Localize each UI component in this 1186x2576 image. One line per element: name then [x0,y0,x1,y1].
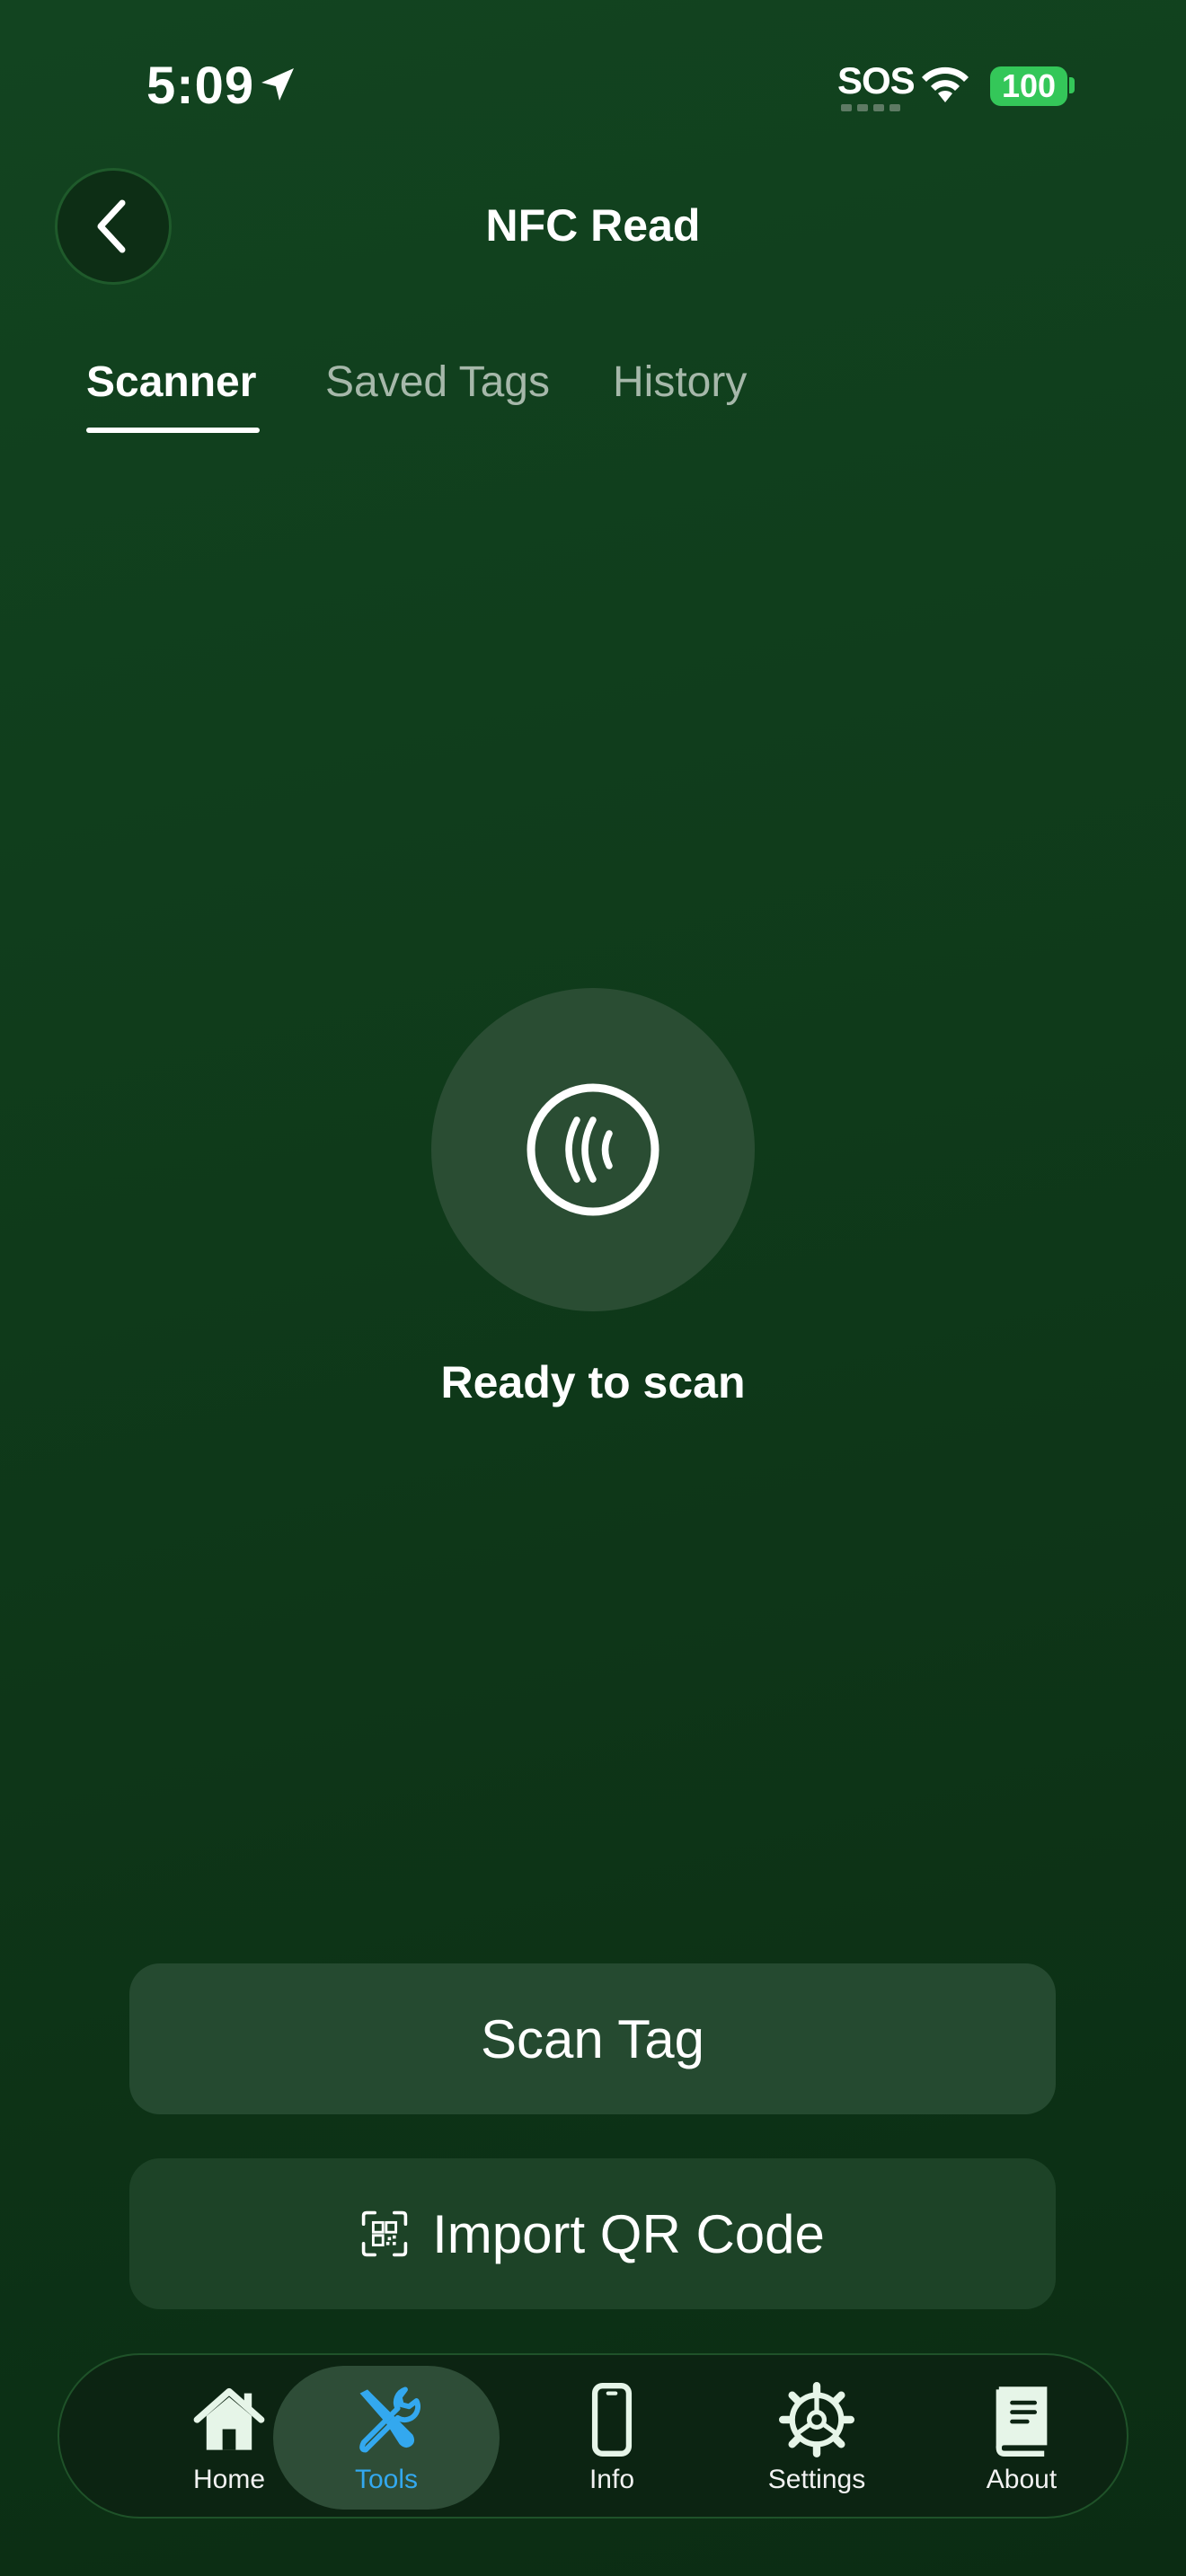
scan-tag-label: Scan Tag [480,2008,705,2069]
status-bar: 5:09 SOS 100 [0,0,1186,171]
signal-dots [841,104,900,111]
scan-tag-button[interactable]: Scan Tag [129,1963,1056,2114]
location-arrow-icon [261,68,294,101]
tabbar-item-tools[interactable]: Tools [273,2366,500,2510]
tools-icon [359,2386,421,2453]
bottom-tab-bar: Home Tools Info Settings About [58,2353,1128,2519]
scan-status-text: Ready to scan [440,1357,746,1407]
house-icon [193,2387,265,2450]
status-time: 5:09 [146,57,255,115]
book-icon [996,2386,1048,2457]
tab-active-indicator [86,428,260,433]
tab-saved-tags[interactable]: Saved Tags [325,357,550,407]
nfc-icon [527,1083,659,1216]
battery-icon: 100 [990,66,1067,106]
battery-cap [1069,77,1075,93]
tabbar-label-home: Home [192,2465,266,2494]
import-qr-code-button[interactable]: Import QR Code [129,2158,1056,2309]
tabbar-label-about: About [986,2465,1058,2494]
qr-code-icon [361,2210,408,2257]
gear-icon [779,2382,854,2457]
tab-history[interactable]: History [613,357,747,407]
import-qr-code-label: Import QR Code [432,2203,825,2264]
sos-indicator: SOS [837,59,916,101]
tabbar-item-about[interactable]: About [918,2355,1125,2520]
tabbar-label-settings: Settings [767,2465,866,2494]
tabbar-item-info[interactable]: Info [509,2355,715,2520]
wifi-icon [922,66,969,102]
tabbar-item-settings[interactable]: Settings [713,2355,920,2520]
tabbar-label-tools: Tools [354,2465,419,2494]
tab-scanner[interactable]: Scanner [86,357,256,407]
phone-icon [591,2383,633,2457]
nfc-scan-indicator [431,988,755,1311]
page-title: NFC Read [485,200,701,251]
tabbar-label-info: Info [589,2465,635,2494]
